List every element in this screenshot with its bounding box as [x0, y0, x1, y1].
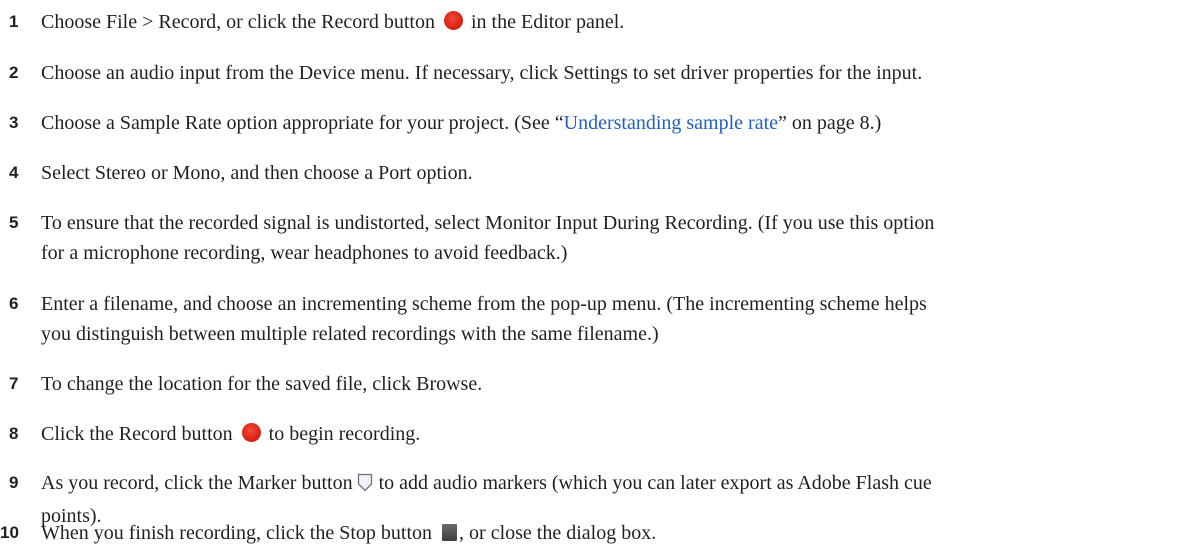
- step-text: Select Stereo or Mono, and then choose a…: [41, 162, 473, 184]
- step-number: 8: [9, 424, 19, 443]
- step-text: Choose a Sample Rate option appropriate …: [41, 112, 564, 134]
- step-number: 4: [9, 163, 19, 182]
- step-text: Choose File > Record, or click the Recor…: [41, 11, 435, 33]
- step-text: Click the Record button: [41, 423, 233, 445]
- step-text: To change the location for the saved fil…: [41, 373, 483, 395]
- step-text-line: Enter a filename, and choose an incremen…: [41, 293, 927, 315]
- step-7: 7 To change the location for the saved f…: [0, 371, 1191, 397]
- step-text: As you record, click the Marker button: [41, 472, 353, 494]
- step-text-line: As you record, click the Marker button to…: [41, 470, 1191, 499]
- step-text-line: for a microphone recording, wear headpho…: [41, 242, 568, 264]
- step-text-line: you distinguish between multiple related…: [41, 323, 659, 345]
- step-number: 9: [9, 473, 19, 492]
- step-text: to begin recording.: [268, 423, 421, 445]
- step-number: 5: [9, 213, 19, 232]
- step-text: ” on page 8.): [778, 112, 882, 134]
- step-number: 1: [9, 12, 19, 31]
- marker-icon: [357, 473, 373, 499]
- cross-reference-link[interactable]: Understanding sample rate: [564, 112, 778, 134]
- step-8: 8 Click the Record button to begin recor…: [0, 421, 1191, 447]
- step-10: 10 When you finish recording, click the …: [0, 520, 1191, 546]
- step-number: 7: [9, 374, 19, 393]
- step-text: to add audio markers (which you can late…: [378, 472, 932, 494]
- step-number: 2: [9, 63, 19, 82]
- step-number: 10: [0, 523, 19, 542]
- step-4: 4 Select Stereo or Mono, and then choose…: [0, 160, 1191, 186]
- step-text-line: To ensure that the recorded signal is un…: [41, 212, 935, 234]
- step-2: 2 Choose an audio input from the Device …: [0, 60, 1191, 86]
- record-icon: [443, 11, 463, 30]
- step-text: Choose an audio input from the Device me…: [41, 62, 923, 84]
- step-6: 6 Enter a filename, and choose an increm…: [0, 291, 1191, 347]
- record-icon: [241, 423, 261, 442]
- stop-icon: [442, 524, 458, 541]
- step-text: When you finish recording, click the Sto…: [41, 522, 433, 544]
- step-number: 6: [9, 294, 19, 313]
- step-text: , or close the dialog box.: [459, 522, 657, 544]
- step-list: 1 Choose File > Record, or click the Rec…: [0, 0, 1194, 544]
- step-5: 5 To ensure that the recorded signal is …: [0, 210, 1191, 266]
- step-number: 3: [9, 113, 19, 132]
- step-1: 1 Choose File > Record, or click the Rec…: [0, 9, 1191, 35]
- step-3: 3 Choose a Sample Rate option appropriat…: [0, 110, 1191, 136]
- step-text: in the Editor panel.: [470, 11, 625, 33]
